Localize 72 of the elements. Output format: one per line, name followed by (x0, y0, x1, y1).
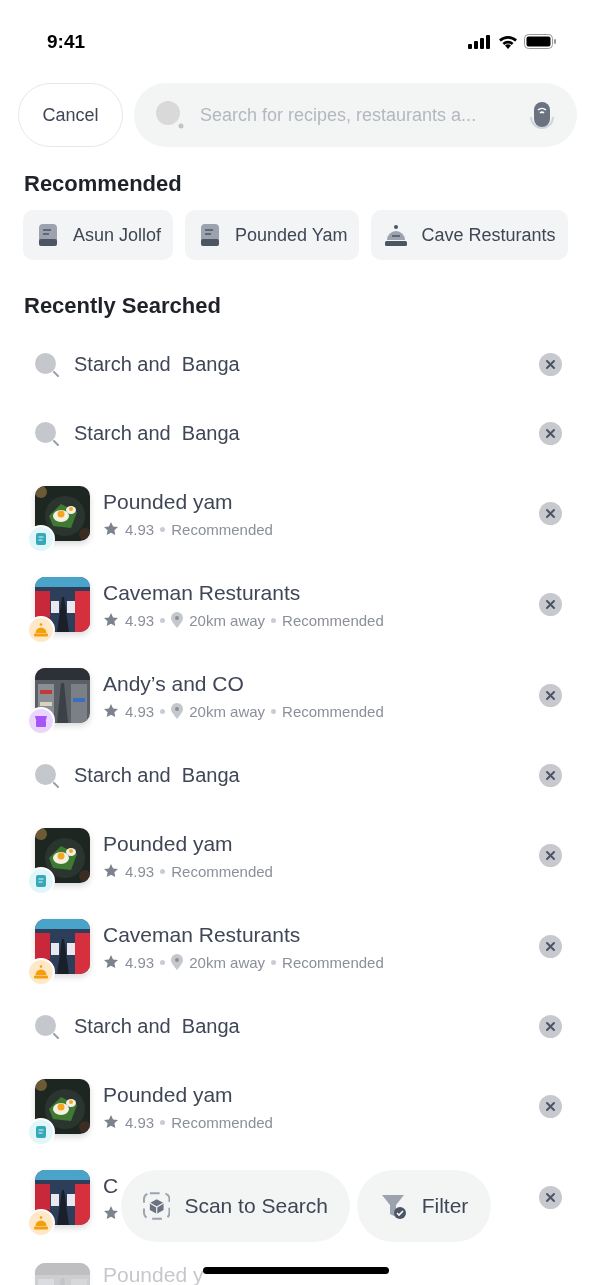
search-query[interactable]: Starch and Banga (74, 422, 539, 445)
search-icon (35, 763, 59, 788)
search-query[interactable]: Starch and Banga (74, 764, 539, 787)
star-icon (103, 954, 119, 970)
rating-value: 4.93 (125, 611, 155, 629)
signal-icon (468, 34, 492, 49)
distance-text: 20km away (189, 611, 266, 629)
close-icon[interactable] (539, 1015, 562, 1038)
close-icon[interactable] (539, 684, 562, 707)
close-icon[interactable] (539, 1186, 562, 1209)
recommended-label: Recommended (171, 1113, 273, 1131)
recommended-label: Recommended (282, 702, 384, 720)
star-icon (103, 1205, 119, 1221)
close-icon[interactable] (539, 935, 562, 958)
clock-time: 9:41 (47, 30, 86, 53)
close-icon[interactable] (539, 593, 562, 616)
place-name[interactable]: C (103, 1174, 119, 1198)
wifi-icon (498, 34, 518, 49)
search-icon (35, 352, 59, 377)
close-icon[interactable] (539, 422, 562, 445)
star-icon (103, 863, 119, 879)
star-icon (103, 612, 119, 628)
place-name[interactable]: Pounded yam (103, 1082, 233, 1107)
battery-icon (524, 34, 556, 49)
scan-button[interactable]: Scan to Search (121, 1170, 350, 1242)
scan-cube-icon (143, 1192, 171, 1220)
recommended-chip[interactable]: Cave Resturants (371, 210, 568, 260)
location-pin-icon (171, 612, 184, 628)
service-bell-icon (385, 223, 408, 247)
close-icon[interactable] (539, 502, 562, 525)
rating-value: 4.93 (125, 520, 155, 538)
search-icon (156, 101, 184, 129)
distance-text: 20km away (189, 702, 266, 720)
distance-text: 20km away (189, 953, 266, 971)
close-icon[interactable] (539, 1095, 562, 1118)
filter-icon (379, 1192, 408, 1220)
microphone-icon[interactable] (529, 100, 555, 130)
star-icon (103, 521, 119, 537)
recommended-label: Recommended (282, 611, 384, 629)
close-icon[interactable] (539, 844, 562, 867)
cancel-button[interactable]: Cancel (18, 83, 123, 147)
rating-value: 4.93 (125, 1113, 155, 1131)
place-name[interactable]: Pounded yam (103, 831, 233, 856)
search-icon (35, 421, 59, 446)
rating-value: 4.93 (125, 953, 155, 971)
close-icon[interactable] (539, 764, 562, 787)
section-heading: Recommended (24, 171, 183, 197)
section-heading: Recently Searched (24, 293, 222, 319)
filter-button[interactable]: Filter (357, 1170, 491, 1242)
recommended-label: Recommended (171, 862, 273, 880)
search-query[interactable]: Starch and Banga (74, 1015, 539, 1038)
rating-value: 4.93 (125, 702, 155, 720)
recommended-label: Recommended (282, 953, 384, 971)
rating-value: 4.93 (125, 862, 155, 880)
location-pin-icon (171, 954, 184, 970)
recommended-chip[interactable]: Asun Jollof (23, 210, 174, 260)
place-name[interactable]: Caveman Resturants (103, 922, 301, 947)
close-icon[interactable] (539, 353, 562, 376)
search-icon (35, 1014, 59, 1039)
place-name[interactable]: Caveman Resturants (103, 580, 301, 605)
book-icon (199, 223, 222, 247)
search-query[interactable]: Starch and Banga (74, 353, 539, 376)
star-icon (103, 1114, 119, 1130)
location-pin-icon (171, 703, 184, 719)
place-name[interactable]: Andy’s and CO (103, 671, 244, 696)
place-name[interactable]: Pounded yam (103, 489, 233, 514)
recommended-label: Recommended (171, 520, 273, 538)
search-field[interactable]: Search for recipes, restaurants a... (134, 83, 577, 147)
star-icon (103, 703, 119, 719)
book-icon (37, 223, 59, 247)
search-input[interactable]: Search for recipes, restaurants a... (198, 103, 515, 127)
recommended-chip[interactable]: Pounded Yam (185, 210, 360, 260)
